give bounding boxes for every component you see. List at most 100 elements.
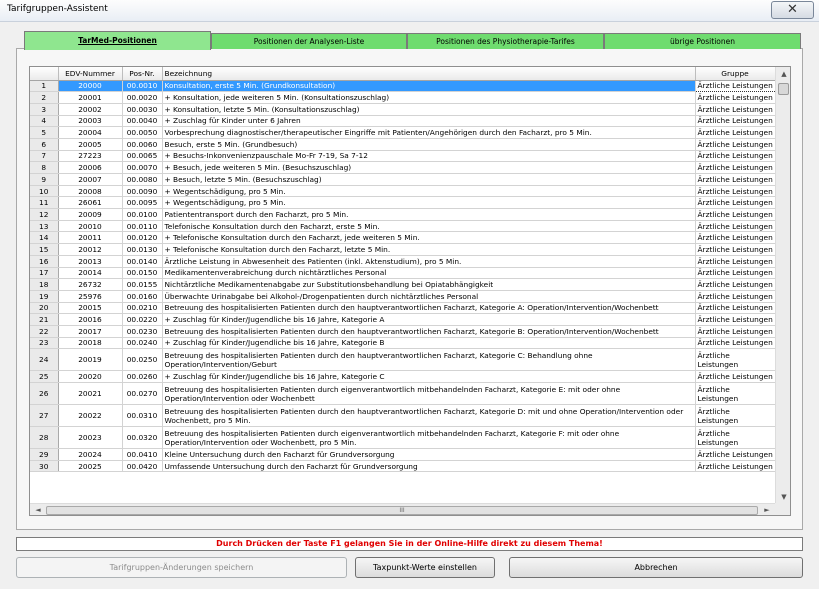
taxpunkt-settings-button[interactable]: Taxpunkt-Werte einstellen	[355, 557, 495, 578]
edv-number-cell[interactable]: 20020	[58, 370, 123, 383]
row-number[interactable]: 15	[30, 243, 59, 256]
close-button[interactable]: ✕	[771, 1, 814, 19]
bezeichnung-cell[interactable]: Betreuung des hospitalisierten Patienten…	[162, 382, 696, 405]
pos-number-cell[interactable]: 00.0410	[122, 448, 163, 461]
vertical-scrollbar[interactable]: ▲ ▼	[775, 67, 790, 504]
gruppe-cell[interactable]: Ärztliche Leistungen	[694, 79, 776, 93]
table-row[interactable]: 18 26732 00.0155 Nichtärztliche Medikamente…	[30, 278, 776, 291]
row-number[interactable]: 8	[30, 161, 59, 174]
row-number[interactable]: 30	[30, 460, 59, 473]
edv-number-cell[interactable]: 26732	[58, 278, 123, 291]
edv-number-cell[interactable]: 20011	[58, 231, 123, 245]
edv-number-cell[interactable]: 20007	[58, 173, 123, 186]
horizontal-scrollbar[interactable]: ◄ III ►	[30, 503, 775, 515]
gruppe-cell[interactable]: Ärztliche Leistungen	[695, 370, 776, 383]
table-row[interactable]: 25 20020 00.0260 + Zuschlag für Kinder/Juge…	[30, 370, 776, 383]
pos-number-cell[interactable]: 00.0420	[122, 460, 163, 473]
bezeichnung-cell[interactable]: + Konsultation, jede weiteren 5 Min. (Ko…	[162, 91, 696, 104]
table-row[interactable]: 21 20016 00.0220 + Zuschlag für Kinder/Juge…	[30, 313, 776, 326]
pos-number-cell[interactable]: 00.0095	[122, 196, 163, 210]
row-number-header[interactable]	[30, 67, 59, 81]
table-row[interactable]: 4 20003 00.0040 + Zuschlag für Kinder unter…	[30, 115, 776, 128]
edv-number-cell[interactable]: 25976	[58, 290, 123, 303]
row-number[interactable]: 25	[30, 370, 59, 383]
table-row[interactable]: 14 20011 00.0120 + Telefonische Konsultatio…	[30, 231, 776, 245]
row-number[interactable]: 19	[30, 290, 59, 303]
bezeichnung-cell[interactable]: + Telefonische Konsultation durch den Fa…	[162, 243, 696, 256]
edv-number-cell[interactable]: 20015	[58, 302, 123, 315]
pos-number-cell[interactable]: 00.0070	[122, 161, 163, 174]
edv-number-cell[interactable]: 20022	[58, 404, 123, 427]
gruppe-cell[interactable]: Ärztliche Leistungen	[695, 267, 776, 280]
bezeichnung-cell[interactable]: Medikamentenverabreichung durch nichtärz…	[162, 267, 696, 280]
pos-number-cell[interactable]: 00.0100	[122, 208, 163, 221]
tab-physiotherapie[interactable]: Positionen des Physiotherapie-Tarifes	[407, 33, 604, 49]
bezeichnung-cell[interactable]: Telefonische Konsultation durch den Fach…	[162, 220, 696, 233]
gruppe-cell[interactable]: Ärztliche Leistungen	[695, 208, 776, 221]
row-number[interactable]: 11	[30, 196, 59, 210]
pos-number-cell[interactable]: 00.0040	[122, 115, 163, 128]
save-changes-button[interactable]: Tarifgruppen-Änderungen speichern	[16, 557, 347, 578]
bezeichnung-cell[interactable]: + Wegentschädigung, pro 5 Min.	[162, 196, 696, 210]
pos-number-cell[interactable]: 00.0130	[122, 243, 163, 256]
gruppe-cell[interactable]: Ärztliche Leistungen	[695, 382, 776, 405]
row-number[interactable]: 3	[30, 103, 59, 116]
pos-number-cell[interactable]: 00.0140	[122, 255, 163, 268]
pos-number-cell[interactable]: 00.0080	[122, 173, 163, 186]
edv-number-cell[interactable]: 20001	[58, 91, 123, 104]
pos-number-cell[interactable]: 00.0160	[122, 290, 163, 303]
column-header-pos[interactable]: Pos-Nr.	[122, 67, 163, 81]
table-row[interactable]: 8 20006 00.0070 + Besuch, jede weiteren 5 M…	[30, 161, 776, 174]
pos-number-cell[interactable]: 00.0310	[122, 404, 163, 427]
table-row[interactable]: 9 20007 00.0080 + Besuch, letzte 5 Min. (Be…	[30, 173, 776, 186]
bezeichnung-cell[interactable]: Patiententransport durch den Facharzt, p…	[162, 208, 696, 221]
bezeichnung-cell[interactable]: + Besuch, letzte 5 Min. (Besuchszuschlag…	[162, 173, 696, 186]
bezeichnung-cell[interactable]: Betreuung des hospitalisierten Patienten…	[162, 348, 696, 372]
edv-number-cell[interactable]: 20012	[58, 243, 123, 256]
bezeichnung-cell[interactable]: + Besuchs-Inkonvenienzpauschale Mo-Fr 7-…	[162, 150, 696, 163]
tab-tarmed[interactable]: TarMed-Positionen	[24, 31, 211, 50]
column-header-bezeichnung[interactable]: Bezeichnung	[162, 67, 696, 81]
table-row[interactable]: 1 20000 00.0010 Konsultation, erste 5 Min. …	[30, 79, 776, 93]
row-number[interactable]: 26	[30, 382, 59, 405]
gruppe-cell[interactable]: Ärztliche Leistungen	[695, 161, 776, 174]
pos-number-cell[interactable]: 00.0090	[122, 185, 163, 198]
edv-number-cell[interactable]: 20008	[58, 185, 123, 198]
bezeichnung-cell[interactable]: + Wegentschädigung, pro 5 Min.	[162, 185, 696, 198]
edv-number-cell[interactable]: 20016	[58, 313, 123, 326]
gruppe-cell[interactable]: Ärztliche Leistungen	[695, 126, 776, 139]
bezeichnung-cell[interactable]: Konsultation, erste 5 Min. (Grundkonsult…	[162, 80, 696, 93]
gruppe-cell[interactable]: Ärztliche Leistungen	[695, 426, 776, 449]
pos-number-cell[interactable]: 00.0050	[122, 126, 163, 139]
pos-number-cell[interactable]: 00.0030	[122, 103, 163, 116]
row-number[interactable]: 10	[30, 185, 59, 198]
gruppe-cell[interactable]: Ärztliche Leistungen	[695, 150, 776, 163]
pos-number-cell[interactable]: 00.0210	[122, 302, 163, 315]
edv-number-cell[interactable]: 27223	[58, 150, 123, 163]
bezeichnung-cell[interactable]: + Konsultation, letzte 5 Min. (Konsultat…	[162, 103, 696, 116]
row-number[interactable]: 17	[30, 267, 59, 280]
gruppe-cell[interactable]: Ärztliche Leistungen	[695, 115, 776, 128]
gruppe-cell[interactable]: Ärztliche Leistungen	[695, 91, 776, 104]
tab-uebrige[interactable]: übrige Positionen	[604, 33, 801, 49]
gruppe-cell[interactable]: Ärztliche Leistungen	[695, 103, 776, 116]
pos-number-cell[interactable]: 00.0270	[122, 382, 163, 405]
row-number[interactable]: 12	[30, 208, 59, 221]
pos-number-cell[interactable]: 00.0320	[122, 426, 163, 449]
edv-number-cell[interactable]: 20025	[58, 460, 123, 473]
edv-number-cell[interactable]: 20004	[58, 126, 123, 139]
bezeichnung-cell[interactable]: Betreuung des hospitalisierten Patienten…	[162, 302, 696, 315]
gruppe-cell[interactable]: Ärztliche Leistungen	[695, 278, 776, 291]
table-row[interactable]: 15 20012 00.0130 + Telefonische Konsultatio…	[30, 243, 776, 256]
edv-number-cell[interactable]: 26061	[58, 196, 123, 210]
scroll-down-icon[interactable]: ▼	[776, 490, 790, 504]
table-row[interactable]: 30 20025 00.0420 Umfassende Untersuchung du…	[30, 460, 776, 473]
cancel-button[interactable]: Abbrechen	[509, 557, 803, 578]
table-row[interactable]: 24 20019 00.0250 Betreuung des hospitalisie…	[30, 348, 776, 372]
tab-analysen[interactable]: Positionen der Analysen-Liste	[211, 33, 407, 49]
table-row[interactable]: 19 25976 00.0160 Überwachte Urinabgabe bei …	[30, 290, 776, 303]
pos-number-cell[interactable]: 00.0155	[122, 278, 163, 291]
gruppe-cell[interactable]: Ärztliche Leistungen	[695, 173, 776, 186]
bezeichnung-cell[interactable]: Umfassende Untersuchung durch den Fachar…	[162, 460, 696, 473]
table-row[interactable]: 12 20009 00.0100 Patiententransport durch d…	[30, 208, 776, 221]
